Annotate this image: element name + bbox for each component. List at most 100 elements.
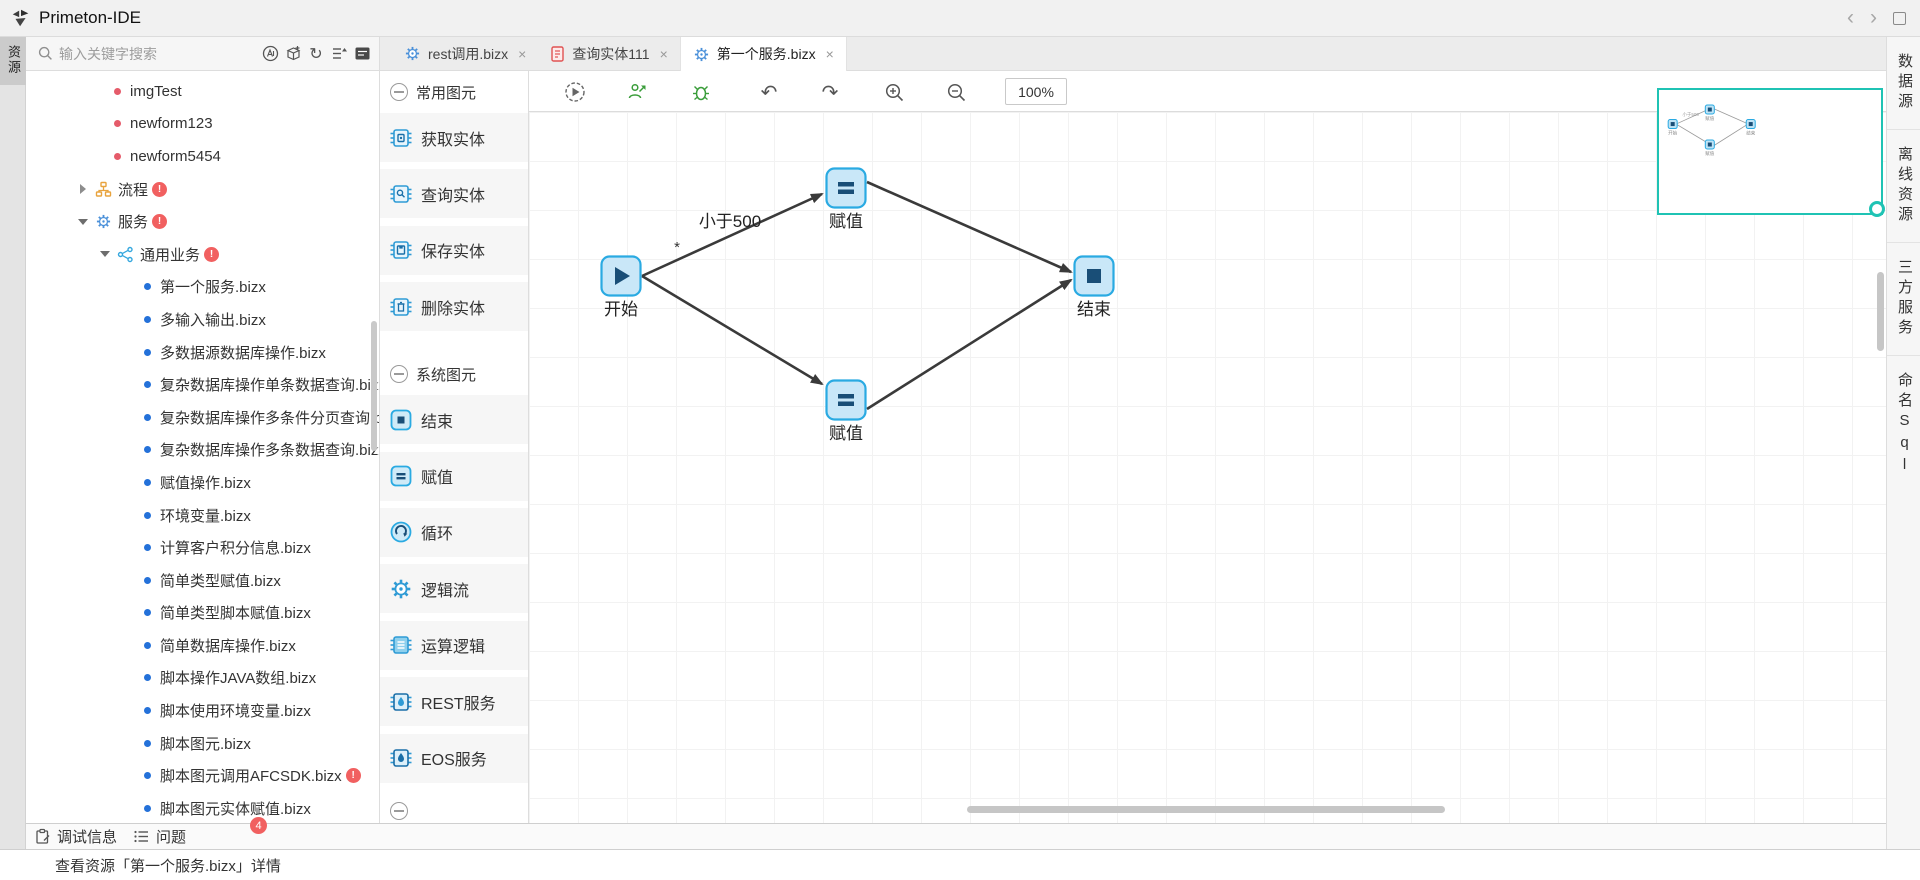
canvas-grid-area[interactable]: 小于500*开始赋值赋值结束	[529, 112, 1886, 823]
title-bar: Primeton-IDE ‹ ›	[0, 0, 1920, 37]
zoom-out-icon[interactable]	[943, 79, 969, 105]
palette-item-compute[interactable]: 运算逻辑	[380, 621, 528, 670]
zoom-level-box[interactable]: 100%	[1005, 78, 1067, 105]
tree-scrollbar[interactable]	[371, 321, 377, 451]
deploy-icon[interactable]	[624, 79, 650, 105]
right-rail-tab-1[interactable]: 离线资源	[1887, 130, 1920, 243]
search-input[interactable]	[59, 46, 209, 62]
debug-info-button[interactable]: 调试信息	[34, 826, 117, 847]
tree-item[interactable]: 环境变量.bizx	[26, 499, 379, 532]
tree-item[interactable]: 多输入输出.bizx	[26, 303, 379, 336]
compute-icon	[389, 633, 413, 657]
editor-tab-2[interactable]: 第一个服务.bizx ×	[680, 37, 847, 71]
tree-item[interactable]: 脚本图元实体赋值.bizx	[26, 792, 379, 823]
chevron-down-icon[interactable]	[76, 219, 90, 225]
editor-tab-0[interactable]: rest调用.bizx×	[392, 37, 538, 70]
palette-item-entity-save[interactable]: 保存实体	[380, 226, 528, 275]
flow-node-assign-top[interactable]: 赋值	[827, 169, 866, 232]
tree-item[interactable]: 第一个服务.bizx	[26, 271, 379, 304]
tree-item[interactable]: imgTest	[26, 75, 379, 108]
right-rail-tab-3[interactable]: 命名Sql	[1887, 356, 1920, 494]
collapse-icon[interactable]	[390, 365, 408, 383]
tab-close-icon[interactable]: ×	[518, 46, 526, 62]
tree-item[interactable]: 复杂数据库操作多条件分页查询.bizx	[26, 401, 379, 434]
palette-section-header[interactable]: 常用图元	[380, 71, 528, 113]
refresh-icon[interactable]: ↻	[307, 45, 325, 63]
ai-assist-icon[interactable]	[261, 45, 279, 63]
canvas-vertical-scrollbar[interactable]	[1877, 272, 1884, 351]
collapse-icon[interactable]	[390, 802, 408, 820]
flow-edge[interactable]	[642, 276, 822, 384]
palette-item-entity-get[interactable]: 获取实体	[380, 113, 528, 162]
eos-icon	[389, 746, 413, 770]
nav-forward-icon[interactable]: ›	[1870, 8, 1877, 28]
tree-item[interactable]: newform5454	[26, 140, 379, 173]
tree-item[interactable]: newform123	[26, 108, 379, 141]
tab-label: 第一个服务.bizx	[717, 44, 816, 64]
svg-text:赋值: 赋值	[1705, 150, 1714, 157]
palette-item-assign[interactable]: 赋值	[380, 452, 528, 501]
window-layout-icon[interactable]	[1893, 12, 1906, 25]
palette-item-eos[interactable]: EOS服务	[380, 734, 528, 783]
tree-item[interactable]: 脚本图元.bizx	[26, 727, 379, 760]
flow-node-start[interactable]: 开始	[602, 257, 641, 320]
tree-item[interactable]: 简单类型脚本赋值.bizx	[26, 597, 379, 630]
tree-item[interactable]: 赋值操作.bizx	[26, 466, 379, 499]
debug-icon[interactable]	[688, 79, 714, 105]
tree-item[interactable]: 脚本使用环境变量.bizx	[26, 694, 379, 727]
rail-tab-resources[interactable]: 资源	[0, 37, 26, 85]
palette-section-header[interactable]: 系统图元	[380, 353, 528, 395]
blue-dot-icon	[144, 707, 151, 714]
tree-item[interactable]: 流程!	[26, 173, 379, 206]
editor-tab-1[interactable]: 查询实体111×	[538, 37, 679, 70]
nav-back-icon[interactable]: ‹	[1847, 8, 1854, 28]
tree-item[interactable]: 简单数据库操作.bizx	[26, 629, 379, 662]
svg-text:开始: 开始	[1668, 130, 1677, 137]
right-rail-tab-2[interactable]: 三方服务	[1887, 243, 1920, 356]
undo-icon[interactable]: ↶	[756, 79, 782, 105]
palette-item-entity-query[interactable]: 查询实体	[380, 169, 528, 218]
tree-item[interactable]: 脚本操作JAVA数组.bizx	[26, 662, 379, 695]
svg-text:赋值: 赋值	[1705, 115, 1714, 122]
redo-icon[interactable]: ↷	[817, 79, 843, 105]
minimap[interactable]: 小于500开始赋值赋值结束	[1657, 88, 1883, 215]
node-label: 开始	[604, 300, 638, 319]
new-package-icon[interactable]	[284, 45, 302, 63]
canvas-horizontal-scrollbar[interactable]	[967, 806, 1445, 813]
snippet-icon[interactable]	[353, 45, 371, 63]
run-icon[interactable]	[562, 79, 588, 105]
tree-item-label: 简单类型赋值.bizx	[160, 570, 281, 591]
flow-edge[interactable]	[867, 280, 1071, 409]
edge-condition-label[interactable]: 小于500	[699, 212, 761, 231]
tree-item[interactable]: 服务!	[26, 205, 379, 238]
flow-node-end[interactable]: 结束	[1075, 257, 1114, 320]
flow-edge[interactable]	[642, 194, 822, 276]
palette-item-logic[interactable]: 逻辑流	[380, 564, 528, 613]
chevron-right-icon[interactable]	[76, 184, 90, 194]
problems-button[interactable]: 问题 4	[133, 826, 186, 847]
tab-close-icon[interactable]: ×	[660, 46, 668, 62]
tree-item[interactable]: 脚本图元调用AFCSDK.bizx!	[26, 759, 379, 792]
palette-item-end[interactable]: 结束	[380, 395, 528, 444]
element-palette: 常用图元获取实体查询实体保存实体删除实体系统图元结束赋值循环逻辑流运算逻辑 RES…	[380, 71, 529, 823]
palette-item-rest[interactable]: REST服务	[380, 677, 528, 726]
palette-item-label: 逻辑流	[421, 577, 469, 601]
flow-edge[interactable]	[867, 182, 1071, 272]
tree-item[interactable]: 多数据源数据库操作.bizx	[26, 336, 379, 369]
tab-close-icon[interactable]: ×	[826, 46, 834, 62]
red-dot-icon	[114, 120, 121, 127]
tree-item[interactable]: 计算客户积分信息.bizx	[26, 531, 379, 564]
palette-item-loop[interactable]: 循环	[380, 508, 528, 557]
collapse-icon[interactable]	[390, 83, 408, 101]
tree-item[interactable]: 简单类型赋值.bizx	[26, 564, 379, 597]
tree-item[interactable]: 复杂数据库操作多条数据查询.bizx	[26, 434, 379, 467]
flow-node-assign-bottom[interactable]: 赋值	[827, 381, 866, 444]
zoom-in-icon[interactable]	[881, 79, 907, 105]
sort-list-icon[interactable]	[330, 45, 348, 63]
right-rail-tab-0[interactable]: 数据源	[1887, 37, 1920, 130]
palette-item-entity-delete[interactable]: 删除实体	[380, 282, 528, 331]
tree-item[interactable]: 通用业务!	[26, 238, 379, 271]
tree-item[interactable]: 复杂数据库操作单条数据查询.bizx	[26, 368, 379, 401]
minimap-resize-handle[interactable]	[1869, 201, 1885, 217]
chevron-down-icon[interactable]	[98, 251, 112, 257]
